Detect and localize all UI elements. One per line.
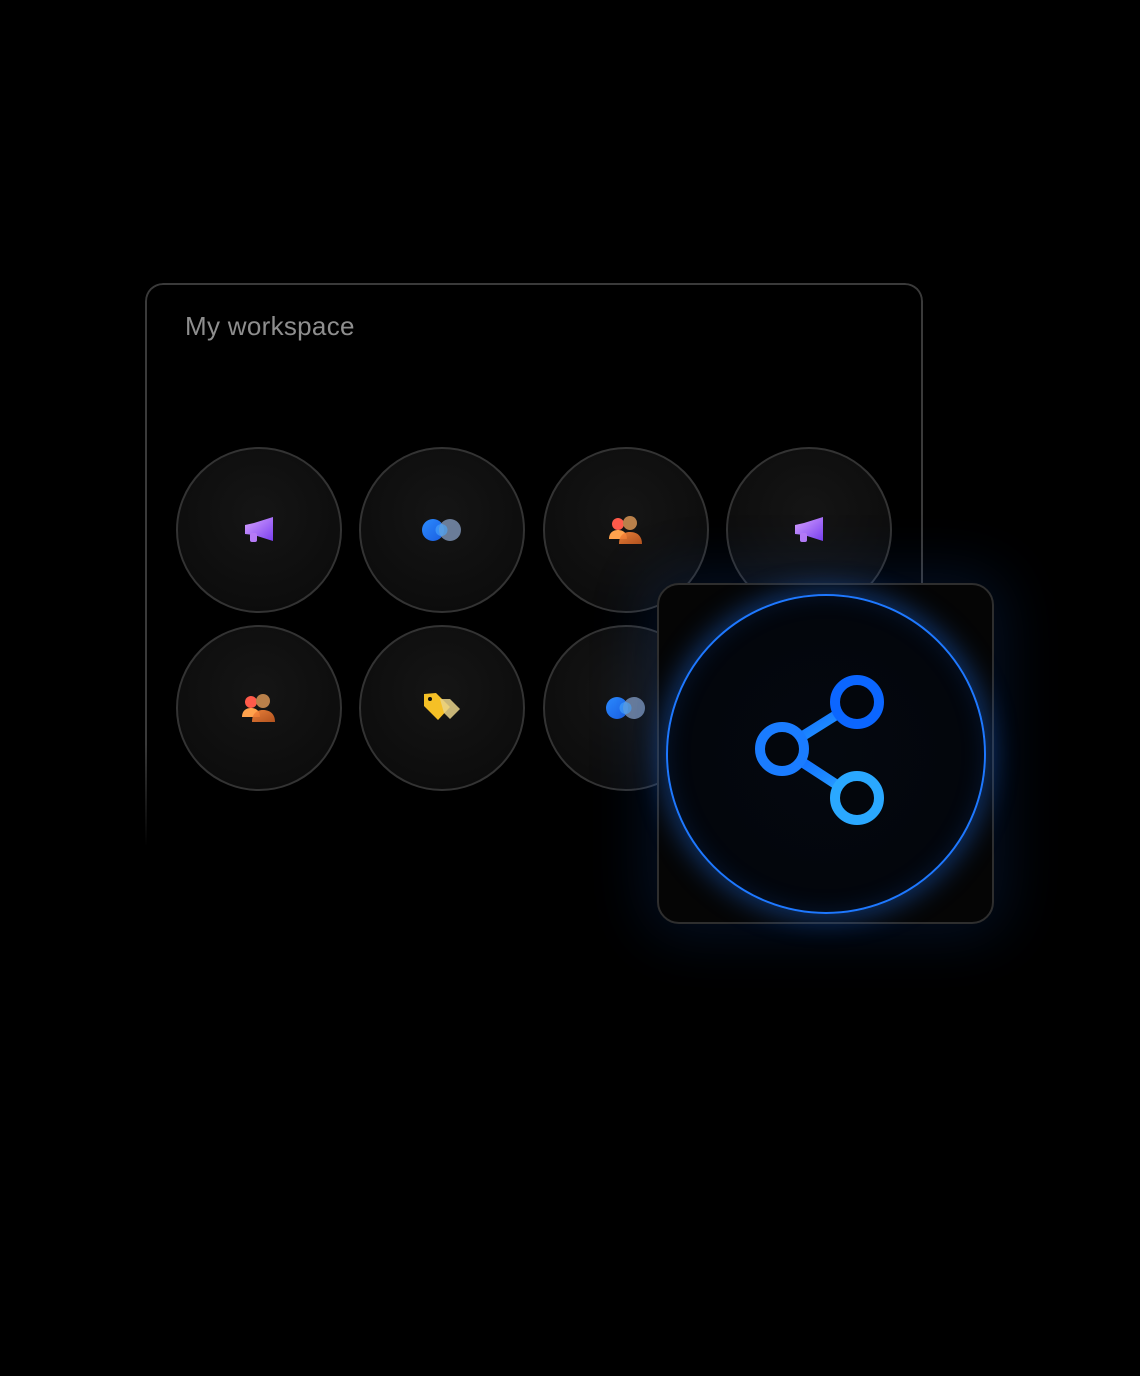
tag-icon bbox=[422, 691, 462, 725]
megaphone-icon bbox=[242, 515, 276, 545]
share-button[interactable] bbox=[666, 594, 986, 914]
linked-circles-icon bbox=[604, 695, 648, 721]
people-icon bbox=[241, 693, 277, 723]
workspace-title: My workspace bbox=[185, 311, 355, 341]
app-button-linked-circles[interactable] bbox=[359, 447, 525, 613]
people-icon bbox=[608, 515, 644, 545]
megaphone-icon bbox=[792, 515, 826, 545]
share-card[interactable] bbox=[657, 583, 994, 924]
linked-circles-icon bbox=[420, 517, 464, 543]
app-button-megaphone[interactable] bbox=[176, 447, 342, 613]
app-button-people-2[interactable] bbox=[176, 625, 342, 791]
app-button-tag[interactable] bbox=[359, 625, 525, 791]
share-icon bbox=[751, 667, 901, 842]
